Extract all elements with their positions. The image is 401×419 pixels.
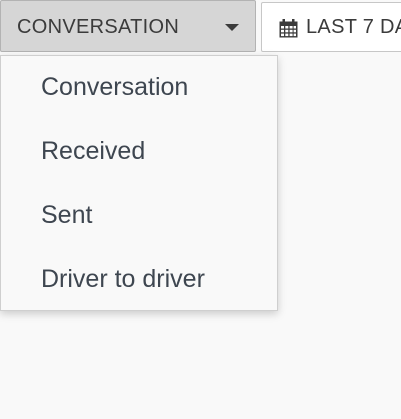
menu-item-conversation[interactable]: Conversation xyxy=(41,73,188,102)
date-range-select[interactable]: LAST 7 DAYS xyxy=(261,2,401,52)
conversation-type-dropdown: Conversation Received Sent Driver to dri… xyxy=(0,55,278,311)
conversation-type-label: CONVERSATION xyxy=(17,16,180,38)
conversation-type-select[interactable]: CONVERSATION xyxy=(0,0,256,52)
menu-item-received[interactable]: Received xyxy=(41,137,145,166)
menu-item-driver-to-driver[interactable]: Driver to driver xyxy=(41,265,205,294)
caret-down-icon xyxy=(225,24,239,31)
filter-toolbar: CONVERSATION LAST 7 D xyxy=(0,0,401,56)
date-range-label: LAST 7 DAYS xyxy=(306,16,401,38)
menu-item-sent[interactable]: Sent xyxy=(41,201,92,230)
calendar-icon xyxy=(279,19,298,43)
